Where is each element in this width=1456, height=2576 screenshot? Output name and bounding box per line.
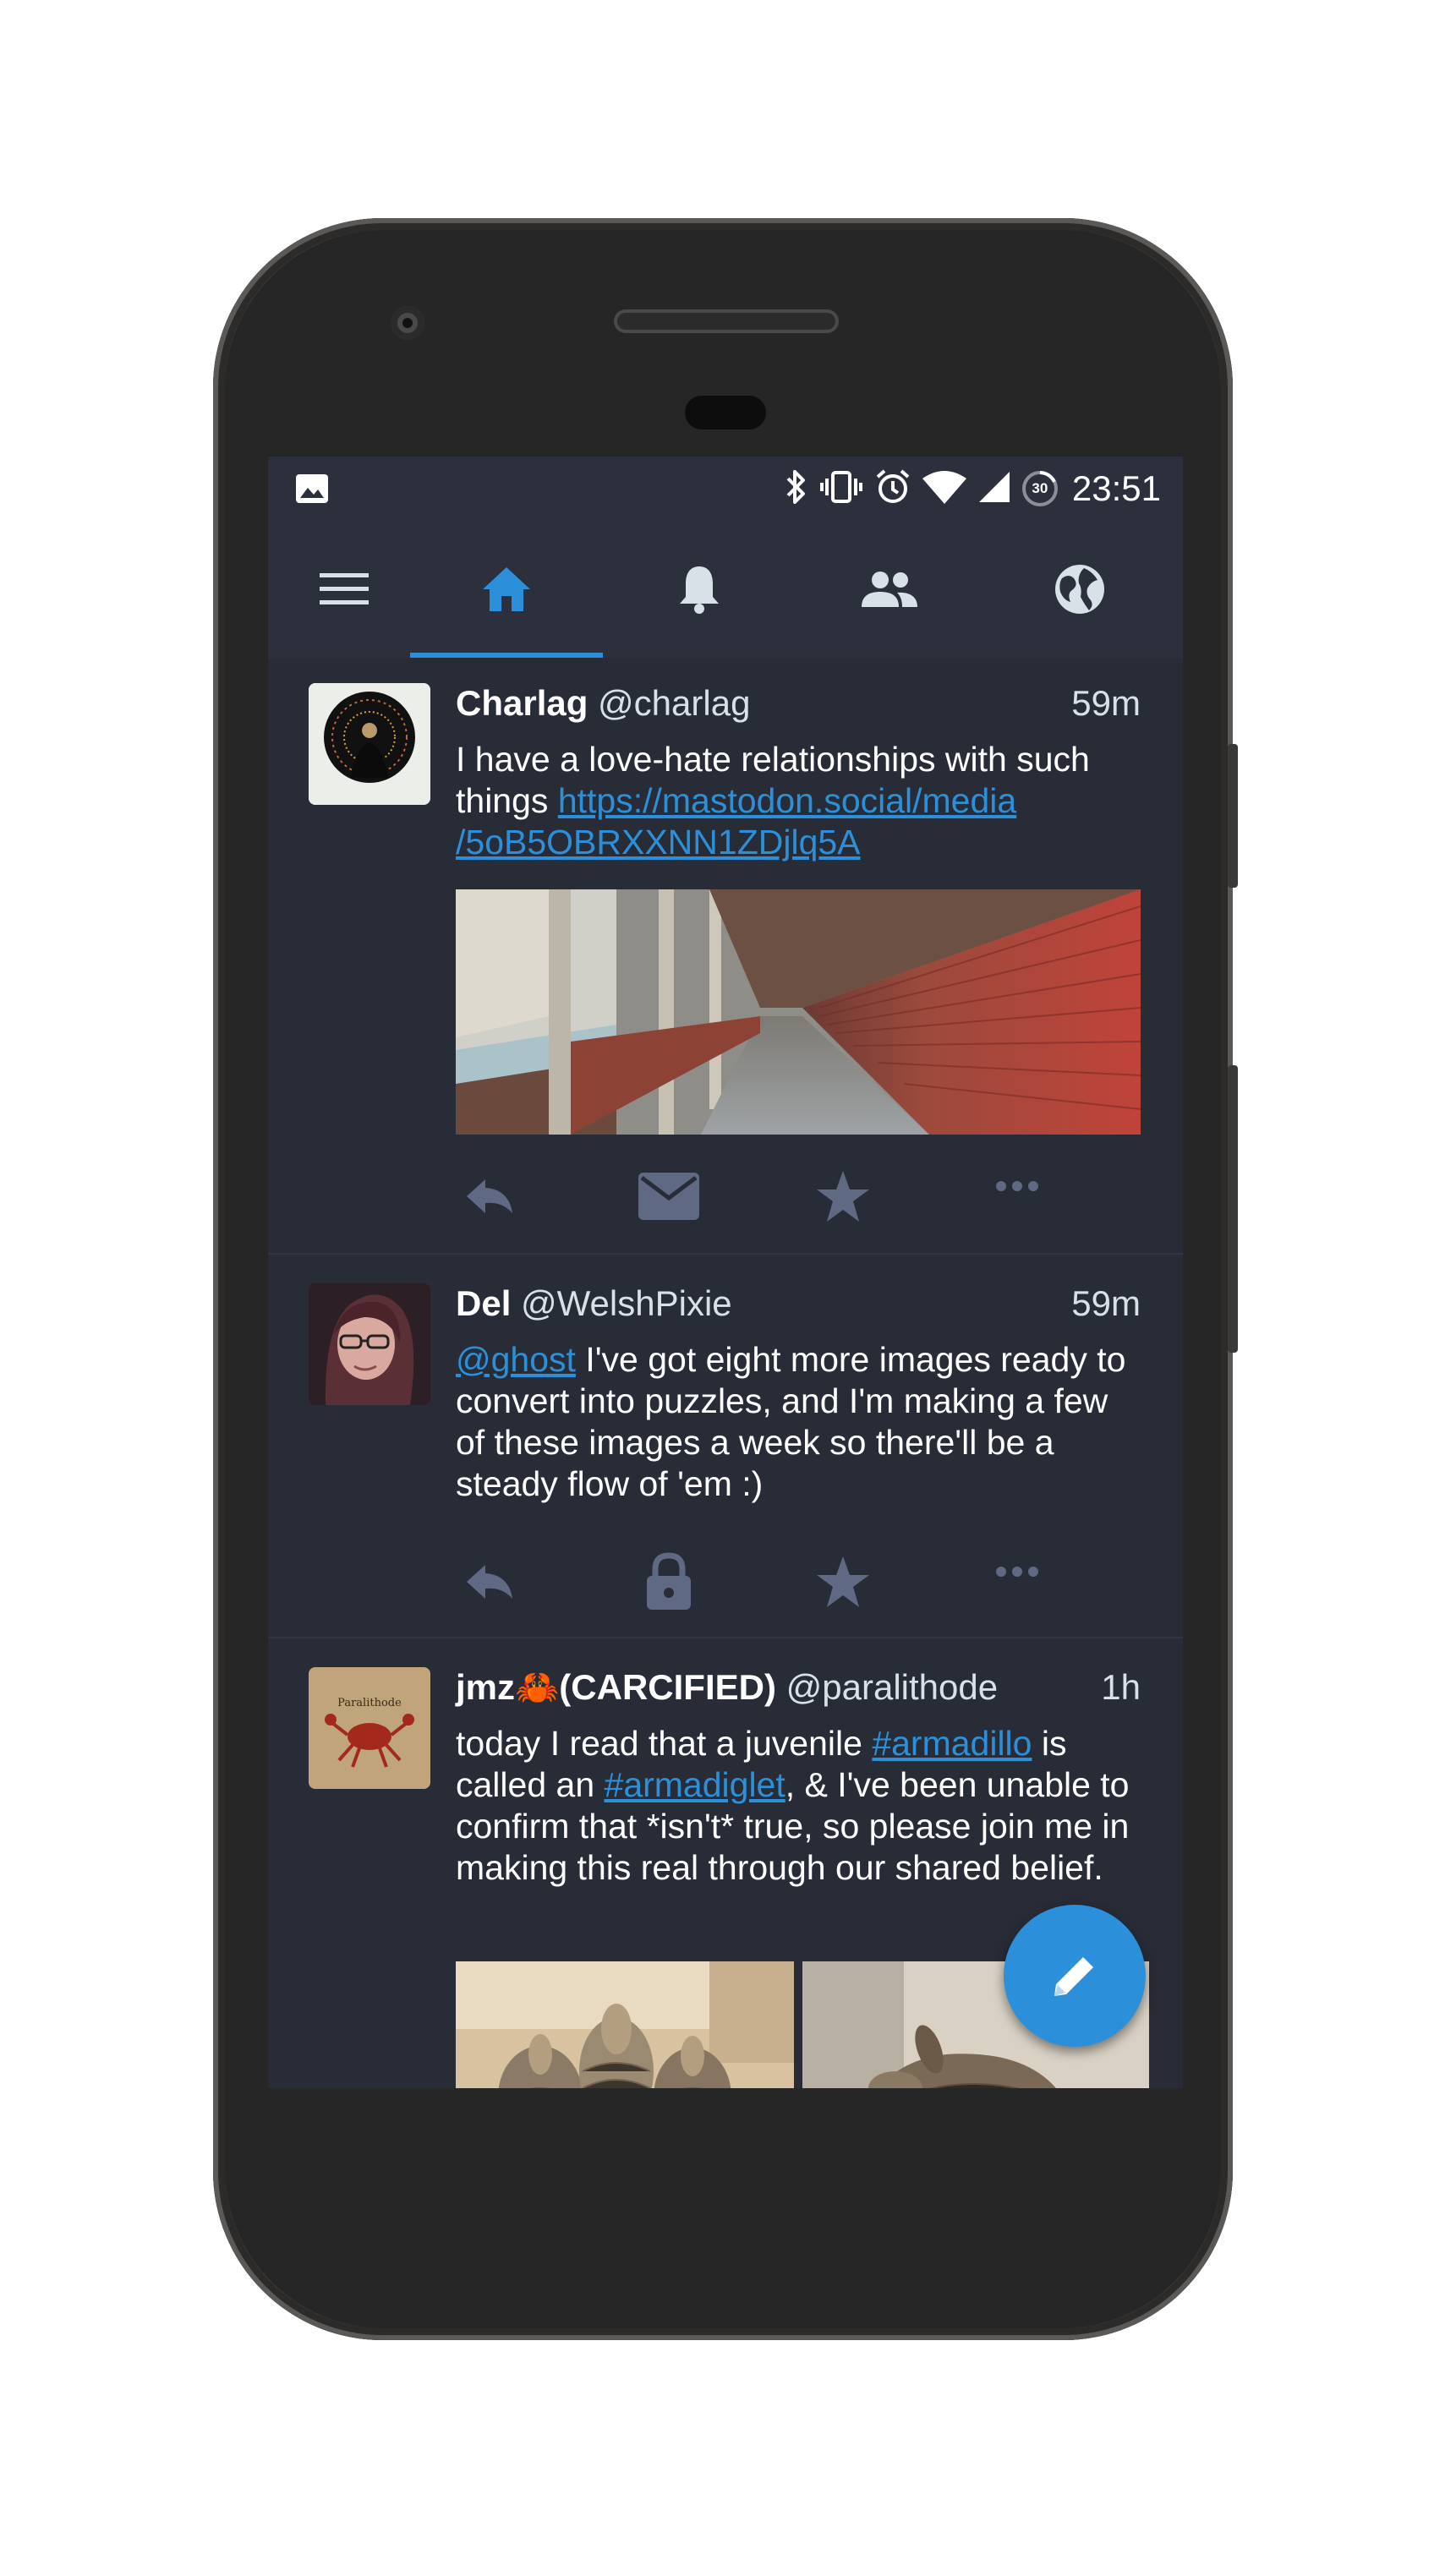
hashtag-link[interactable]: #armadillo: [872, 1724, 1032, 1763]
bluetooth-icon: [783, 468, 808, 509]
reply-button[interactable]: [456, 1552, 523, 1611]
alarm-icon: [874, 468, 911, 509]
proximity-sensor: [685, 396, 766, 429]
more-button[interactable]: [983, 1542, 1051, 1601]
status-header: Del @WelshPixie 59m: [456, 1283, 1141, 1334]
status-content: I have a love-hate relationships with su…: [456, 739, 1141, 863]
direct-message-button[interactable]: [635, 1167, 703, 1226]
avatar[interactable]: [309, 683, 430, 805]
media-attachment[interactable]: [456, 1961, 794, 2088]
more-button[interactable]: [983, 1157, 1051, 1216]
tab-federated[interactable]: [995, 521, 1164, 658]
svg-text:Paralithode: Paralithode: [337, 1697, 402, 1709]
menu-button[interactable]: [302, 521, 386, 658]
hamburger-menu-icon: [320, 573, 369, 604]
tab-home[interactable]: [410, 521, 603, 658]
status-content: @ghost I've got eight more images ready …: [456, 1339, 1141, 1505]
status-item[interactable]: Del @WelshPixie 59m @ghost I've got eigh…: [268, 1255, 1183, 1638]
status-content: today I read that a juvenile #armadillo …: [456, 1723, 1141, 1889]
tab-bar: [268, 521, 1183, 658]
globe-icon: [1055, 565, 1104, 614]
tab-notifications[interactable]: [615, 521, 784, 658]
timestamp: 1h: [1101, 1667, 1141, 1707]
status-actions: [456, 1167, 1141, 1226]
status-header: Charlag @charlag 59m: [456, 683, 1141, 734]
app-screen: 30 23:51 Charlag @charlag 59m I have a l…: [268, 457, 1183, 2088]
battery-level: 30: [1032, 480, 1048, 496]
power-button: [1228, 744, 1238, 888]
vibrate-icon: [818, 470, 864, 507]
boost-locked-button[interactable]: [635, 1552, 703, 1611]
link-line-1: https://mastodon.social/media: [557, 781, 1017, 820]
star-icon: [817, 1556, 869, 1607]
avatar[interactable]: Paralithode: [309, 1667, 430, 1789]
home-icon: [483, 567, 530, 611]
hashtag-link[interactable]: #armadiglet: [605, 1765, 785, 1804]
timeline[interactable]: Charlag @charlag 59m I have a love-hate …: [268, 658, 1183, 2088]
compose-button[interactable]: [1004, 1905, 1146, 2047]
avatar[interactable]: [309, 1283, 430, 1405]
account-handle[interactable]: @WelshPixie: [521, 1283, 732, 1323]
status-text: today I read that a juvenile: [456, 1724, 873, 1763]
mention-link[interactable]: @ghost: [456, 1340, 576, 1379]
image-notification-icon: [295, 473, 329, 507]
status-bar: 30 23:51: [268, 457, 1183, 521]
status-actions: [456, 1552, 1141, 1611]
reply-icon: [467, 1565, 512, 1599]
status-header: jmz🦀(CARCIFIED) @paralithode 1h: [456, 1667, 1141, 1718]
display-name[interactable]: Charlag: [456, 683, 588, 723]
earpiece-speaker: [614, 309, 839, 333]
timestamp: 59m: [1071, 683, 1141, 723]
reply-button[interactable]: [456, 1167, 523, 1226]
account-handle[interactable]: @paralithode: [786, 1667, 998, 1707]
star-icon: [817, 1171, 869, 1222]
lock-icon: [647, 1552, 691, 1610]
tab-local[interactable]: [805, 521, 974, 658]
pencil-icon: [1054, 1957, 1093, 1996]
signal-icon: [977, 470, 1011, 507]
bell-icon: [680, 566, 719, 614]
link-line-2: /5oB5OBRXXNN1ZDjlq5A: [456, 823, 861, 861]
reply-icon: [467, 1179, 512, 1213]
wifi-icon: [922, 470, 967, 507]
people-icon: [862, 572, 917, 607]
media-attachment[interactable]: [456, 889, 1141, 1135]
display-name[interactable]: jmz🦀(CARCIFIED): [456, 1667, 776, 1707]
status-item[interactable]: Charlag @charlag 59m I have a love-hate …: [268, 658, 1183, 1255]
more-icon: [996, 1181, 1038, 1191]
volume-button: [1228, 1065, 1238, 1353]
timestamp: 59m: [1071, 1283, 1141, 1323]
favourite-button[interactable]: [809, 1167, 877, 1226]
front-camera: [391, 306, 424, 340]
more-icon: [996, 1567, 1038, 1577]
direct-message-icon: [638, 1173, 699, 1220]
account-handle[interactable]: @charlag: [598, 683, 750, 723]
clock: 23:51: [1071, 468, 1161, 508]
favourite-button[interactable]: [809, 1552, 877, 1611]
display-name[interactable]: Del: [456, 1283, 511, 1323]
battery-icon: 30: [1021, 470, 1059, 507]
